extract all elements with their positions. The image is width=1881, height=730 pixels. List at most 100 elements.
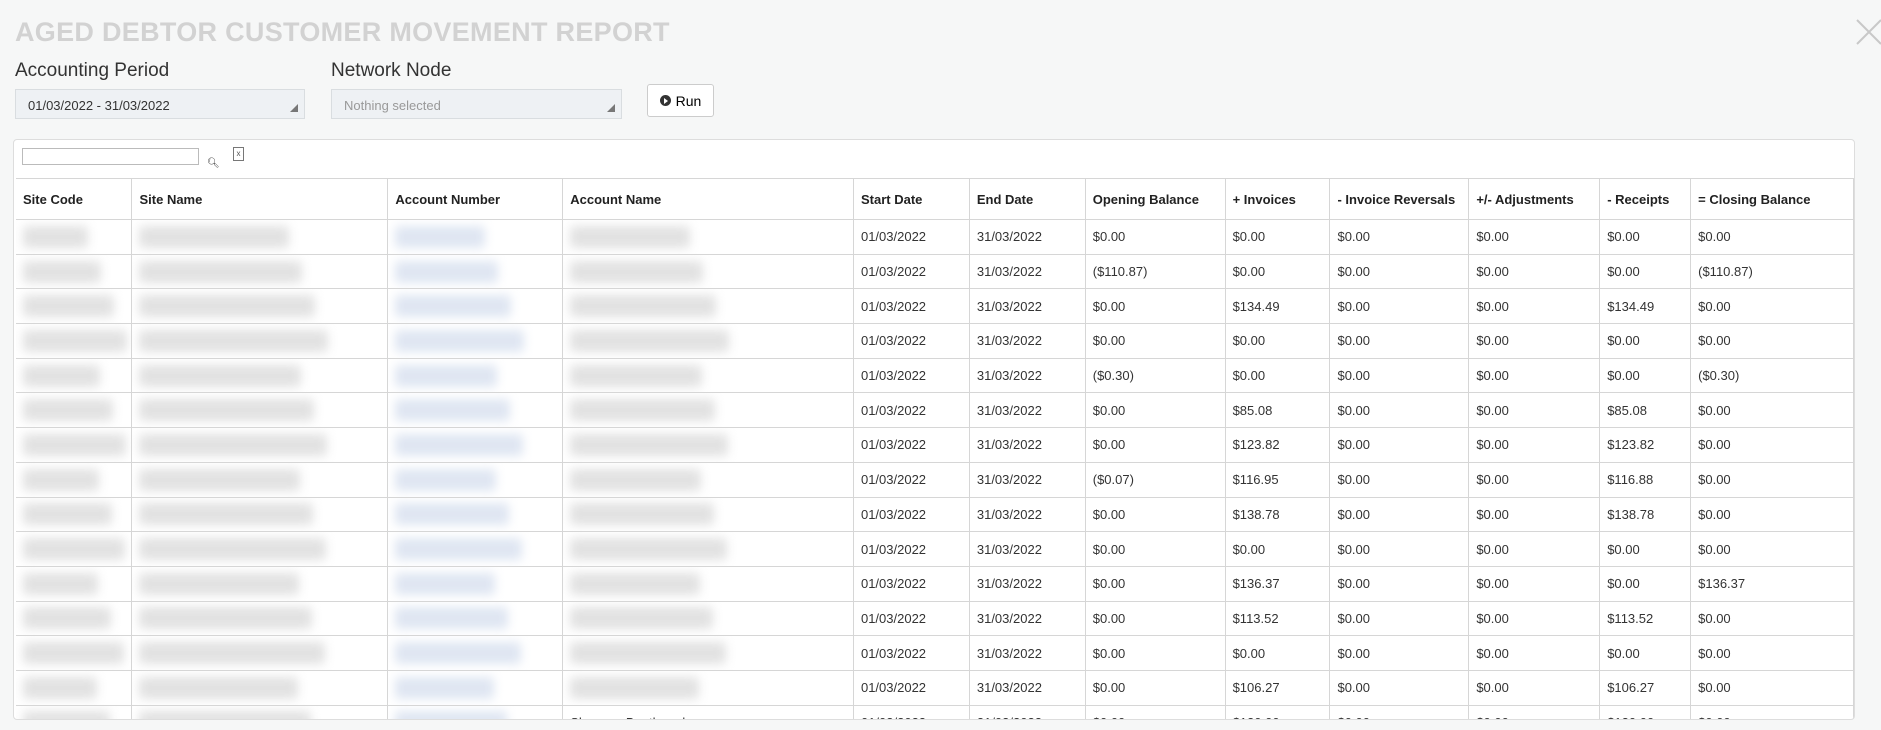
table-cell: $0.00 (1599, 254, 1692, 290)
redacted-value (570, 607, 714, 630)
table-row[interactable]: 01/03/2022 31/03/2022 ($0.30) $0.00 $0.00 $0.… (16, 358, 1854, 394)
column-header[interactable]: - Invoice Reversals (1329, 178, 1470, 220)
table-cell (131, 288, 389, 325)
table-cell (16, 497, 133, 533)
column-header[interactable]: Site Code (16, 178, 133, 220)
table-cell: $0.00 (1225, 635, 1331, 671)
column-header[interactable]: + Invoices (1224, 178, 1331, 220)
table-row[interactable]: 01/03/2022 31/03/2022 $0.00 $113.52 $0.00 $0.… (16, 601, 1854, 637)
table-cell (562, 670, 854, 706)
redacted-value (395, 572, 496, 595)
table-cell: 01/03/2022 (853, 358, 970, 394)
redacted-value (395, 329, 525, 352)
column-header[interactable]: Start Date (852, 178, 970, 220)
table-row[interactable]: 01/03/2022 31/03/2022 $0.00 $0.00 $0.00 $0.00… (16, 635, 1854, 671)
table-row[interactable]: 01/03/2022 31/03/2022 $0.00 $136.37 $0.00 $0.… (16, 566, 1854, 602)
table-cell: $0.00 (1085, 288, 1226, 325)
table-row[interactable]: 01/03/2022 31/03/2022 $0.00 $134.49 $0.00 $0.… (16, 288, 1854, 325)
search-icon[interactable]: 🔍︎ (207, 158, 220, 169)
run-button[interactable]: Run (647, 84, 714, 117)
column-header[interactable]: Site Name (131, 178, 389, 220)
table-row[interactable]: Shannon Boothroyd01/03/202231/03/2022$0.… (16, 705, 1854, 719)
redacted-value (23, 468, 99, 491)
table-cell: 31/03/2022 (969, 705, 1086, 719)
table-cell: $0.00 (1599, 358, 1692, 394)
table-row[interactable]: 01/03/2022 31/03/2022 $0.00 $106.27 $0.00 $0.… (16, 670, 1854, 706)
redacted-value (23, 399, 113, 422)
table-cell: $0.00 (1329, 323, 1470, 359)
column-header[interactable]: - Receipts (1599, 178, 1692, 220)
table-row[interactable]: 01/03/2022 31/03/2022 $0.00 $138.78 $0.00 $0.… (16, 497, 1854, 533)
table-cell: $113.52 (1599, 601, 1692, 637)
table-cell: 01/03/2022 (853, 323, 970, 359)
redacted-value (570, 225, 691, 248)
table-cell: 31/03/2022 (969, 497, 1086, 533)
table-cell: 01/03/2022 (853, 670, 970, 706)
redacted-value (395, 433, 524, 456)
redacted-value (23, 642, 124, 665)
table-cell (16, 705, 133, 719)
table-row[interactable]: 01/03/2022 31/03/2022 $0.00 $0.00 $0.00 $0.00… (16, 219, 1854, 255)
table-cell: $106.27 (1225, 670, 1331, 706)
redacted-value (570, 329, 730, 352)
column-header[interactable]: Account Number (387, 178, 564, 220)
table-cell: $0.00 (1468, 323, 1601, 359)
table-row[interactable]: 01/03/2022 31/03/2022 ($0.07) $116.95 $0.00 $… (16, 462, 1854, 498)
table-row[interactable]: 01/03/2022 31/03/2022 ($110.87) $0.00 $0.00 $… (16, 254, 1854, 290)
table-cell: 01/03/2022 (853, 254, 970, 290)
table-cell (562, 462, 854, 498)
network-node-select[interactable]: Nothing selected (331, 89, 622, 119)
redacted-value (139, 364, 302, 387)
table-cell: $0.00 (1225, 358, 1331, 394)
table-row[interactable]: 01/03/2022 31/03/2022 $0.00 $0.00 $0.00 $0.00… (16, 531, 1854, 567)
table-cell: $116.95 (1225, 462, 1331, 498)
table-cell: ($110.87) (1690, 254, 1854, 290)
excel-export-icon[interactable]: x (233, 147, 244, 161)
table-cell (16, 566, 133, 602)
table-cell: $0.00 (1468, 670, 1601, 706)
column-header[interactable]: = Closing Balance (1690, 178, 1854, 220)
table-cell: $0.00 (1225, 323, 1331, 359)
table-search-input[interactable] (22, 148, 199, 165)
table-row[interactable]: 01/03/2022 31/03/2022 $0.00 $123.82 $0.00 $0.… (16, 427, 1854, 463)
redacted-value (139, 295, 316, 318)
redacted-value (570, 642, 727, 665)
table-cell (387, 497, 564, 533)
table-row[interactable]: 01/03/2022 31/03/2022 $0.00 $0.00 $0.00 $0.00… (16, 323, 1854, 359)
table-row[interactable]: 01/03/2022 31/03/2022 $0.00 $85.08 $0.00 $0.0… (16, 392, 1854, 429)
table-cell (131, 392, 389, 429)
table-cell (131, 358, 389, 394)
table-cell: $0.00 (1468, 566, 1601, 602)
redacted-value (570, 399, 716, 422)
table-cell: $0.00 (1468, 358, 1601, 394)
table-cell: $0.00 (1225, 219, 1331, 255)
table-cell (562, 497, 854, 533)
table-cell (131, 219, 389, 255)
table-cell: $138.78 (1225, 497, 1331, 533)
table-cell (131, 254, 389, 290)
redacted-value (23, 225, 88, 248)
redacted-value (395, 503, 510, 526)
table-cell: 01/03/2022 (853, 635, 970, 671)
table-cell: 31/03/2022 (969, 358, 1086, 394)
redacted-value (570, 295, 717, 318)
table-cell: $0.00 (1225, 531, 1331, 567)
close-icon[interactable] (1855, 18, 1881, 46)
column-header[interactable]: Account Name (562, 178, 854, 220)
column-header[interactable]: End Date (968, 178, 1086, 220)
table-cell (387, 601, 564, 637)
column-header[interactable]: Opening Balance (1084, 178, 1226, 220)
redacted-value (23, 260, 101, 283)
table-cell: $0.00 (1468, 635, 1601, 671)
table-cell (131, 705, 389, 719)
table-cell: 31/03/2022 (969, 427, 1086, 463)
table-cell: 31/03/2022 (969, 392, 1086, 429)
table-cell: $0.00 (1085, 531, 1226, 567)
table-cell: $0.00 (1329, 705, 1470, 719)
table-cell (131, 531, 389, 567)
accounting-period-value: 01/03/2022 - 31/03/2022 (28, 98, 170, 113)
table-cell: 31/03/2022 (969, 601, 1086, 637)
column-header[interactable]: +/- Adjustments (1468, 178, 1601, 220)
accounting-period-select[interactable]: 01/03/2022 - 31/03/2022 (15, 89, 305, 119)
report-table: Site Code Site Name Account Number Account … (16, 178, 1854, 719)
